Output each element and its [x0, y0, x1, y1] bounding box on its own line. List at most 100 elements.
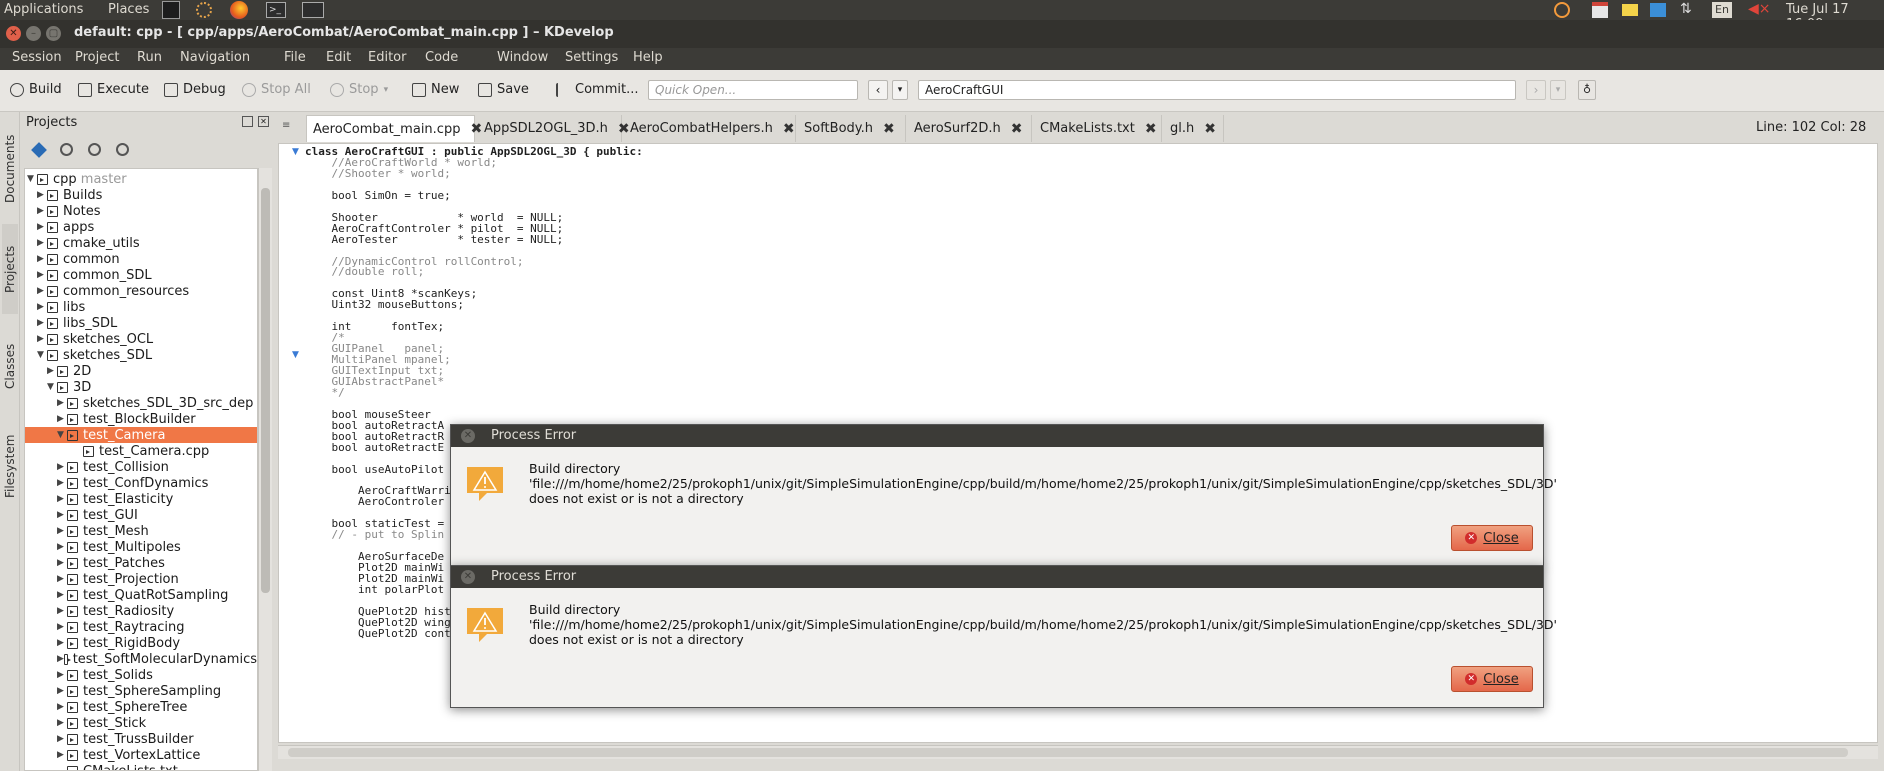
tree-item[interactable]: ▼ 3D	[25, 379, 257, 395]
settings-icon[interactable]	[88, 143, 101, 156]
tree-item[interactable]: ▶ test_Patches	[25, 555, 257, 571]
project-filter-icon[interactable]	[31, 142, 47, 158]
tree-item[interactable]: ▶ libs_SDL	[25, 315, 257, 331]
tree-item[interactable]: ▶ test_SoftMolecularDynamics	[25, 651, 257, 667]
build-button[interactable]: Build	[10, 82, 62, 97]
lightbulb-icon[interactable]: ♁	[1578, 80, 1596, 100]
tab-aerocombathelpers[interactable]: AeroCombatHelpers.h ✖	[624, 115, 796, 142]
tree-item[interactable]: ▶ Notes	[25, 203, 257, 219]
menu-help[interactable]: Help	[633, 50, 663, 65]
dropbox-icon[interactable]	[1650, 3, 1666, 17]
terminal-launcher-icon[interactable]: >_	[266, 2, 286, 18]
commit-button[interactable]: Commit...	[556, 82, 638, 97]
menu-code[interactable]: Code	[425, 50, 458, 65]
chevron-down-icon[interactable]: ▾	[1550, 80, 1566, 100]
close-icon[interactable]: ✖	[783, 121, 795, 137]
tree-item[interactable]: ▶ sketches_SDL_3D_src_dep	[25, 395, 257, 411]
close-icon[interactable]: ✖	[1145, 121, 1157, 137]
tree-item[interactable]: ▶ common_resources	[25, 283, 257, 299]
tree-item[interactable]: ▶ test_BlockBuilder	[25, 411, 257, 427]
float-panel-icon[interactable]	[242, 116, 253, 127]
close-icon[interactable]: ✖	[1011, 121, 1023, 137]
save-button[interactable]: Save	[478, 82, 529, 97]
tree-item[interactable]: ▶ test_TrussBuilder	[25, 731, 257, 747]
keyboard-layout-indicator[interactable]: En	[1712, 2, 1732, 18]
tree-item[interactable]: ▶ test_Multipoles	[25, 539, 257, 555]
quick-open-input[interactable]: Quick Open...	[648, 80, 858, 100]
menu-settings[interactable]: Settings	[565, 50, 618, 65]
tree-item[interactable]: ▶ Builds	[25, 187, 257, 203]
tab-cmakelists[interactable]: CMakeLists.txt ✖	[1034, 115, 1162, 142]
tree-item[interactable]: ▶ test_Stick	[25, 715, 257, 731]
minimize-window-icon[interactable]: –	[26, 26, 41, 41]
tree-item[interactable]: ▶ libs	[25, 299, 257, 315]
tree-item[interactable]: ▶ test_SphereSampling	[25, 683, 257, 699]
menu-window[interactable]: Window	[497, 50, 548, 65]
tree-item[interactable]: ▼ sketches_SDL	[25, 347, 257, 363]
menu-file[interactable]: File	[284, 50, 306, 65]
tree-root-cpp[interactable]: ▼ cpp master	[27, 171, 127, 187]
tree-item[interactable]: ▶ test_VortexLattice	[25, 747, 257, 763]
tree-item[interactable]: ▶ test_GUI	[25, 507, 257, 523]
sync-icon[interactable]	[60, 143, 73, 156]
tree-item[interactable]: ▶ test_QuatRotSampling	[25, 587, 257, 603]
menu-editor[interactable]: Editor	[368, 50, 406, 65]
network-icon[interactable]: ⇅	[1680, 1, 1692, 17]
system-monitor-icon[interactable]	[302, 2, 324, 18]
applications-menu[interactable]: Applications	[4, 2, 83, 17]
fold-marker-icon[interactable]: ▼	[292, 147, 299, 157]
menu-navigation[interactable]: Navigation	[180, 50, 250, 65]
stop-button[interactable]: Stop ▾	[330, 82, 388, 97]
pycharm-launcher-icon[interactable]	[162, 1, 180, 19]
search-icon[interactable]	[1554, 2, 1570, 18]
close-icon[interactable]: ✖	[883, 121, 895, 137]
tree-item[interactable]: ▶ test_Solids	[25, 667, 257, 683]
menu-project[interactable]: Project	[75, 50, 119, 65]
tree-item[interactable]: ▶ common_SDL	[25, 267, 257, 283]
tree-item[interactable]: ▶ test_Raytracing	[25, 619, 257, 635]
tree-item[interactable]: ▶ common	[25, 251, 257, 267]
tree-item[interactable]: ▶ apps	[25, 219, 257, 235]
tree-item[interactable]: ▶ test_SphereTree	[25, 699, 257, 715]
menu-edit[interactable]: Edit	[326, 50, 351, 65]
kdevelop-launcher-icon[interactable]	[196, 2, 212, 18]
close-button[interactable]: ✕ Close	[1451, 525, 1533, 551]
close-icon[interactable]: ✕	[461, 570, 475, 584]
menu-run[interactable]: Run	[137, 50, 162, 65]
close-icon[interactable]: ✖	[1204, 121, 1216, 137]
editor-horizontal-scrollbar[interactable]	[278, 745, 1878, 759]
nav-back-icon[interactable]: ‹	[868, 80, 888, 100]
tree-item[interactable]: ▶ test_ConfDynamics	[25, 475, 257, 491]
tree-item[interactable]: ▶ cmake_utils	[25, 235, 257, 251]
configure-icon[interactable]	[116, 143, 129, 156]
tree-item[interactable]: ▶ test_Collision	[25, 459, 257, 475]
maximize-window-icon[interactable]: ▢	[46, 26, 61, 41]
stop-all-button[interactable]: Stop All	[242, 82, 311, 97]
tree-item[interactable]: ▶ test_Projection	[25, 571, 257, 587]
nav-forward-icon[interactable]: ›	[1526, 80, 1546, 100]
side-tab-projects[interactable]: Projects	[2, 224, 18, 314]
close-icon[interactable]: ✕	[461, 429, 475, 443]
tree-scrollbar-thumb[interactable]	[261, 188, 270, 593]
tree-item[interactable]: ▶ test_Radiosity	[25, 603, 257, 619]
tree-item[interactable]: ▶ test_Mesh	[25, 523, 257, 539]
fold-marker-icon[interactable]: ▼	[292, 350, 299, 360]
chevron-down-icon[interactable]: ▾	[892, 80, 908, 100]
context-browser-input[interactable]: AeroCraftGUI	[918, 80, 1516, 100]
folder-icon[interactable]	[1622, 4, 1638, 16]
tree-item[interactable]: ▶ 2D	[25, 363, 257, 379]
tree-item[interactable]: ▶ sketches_OCL	[25, 331, 257, 347]
tab-list-icon[interactable]: ≡	[282, 120, 290, 131]
tab-aerocombat-main[interactable]: AeroCombat_main.cpp ✖	[306, 115, 482, 142]
new-button[interactable]: New	[412, 82, 459, 97]
tree-item[interactable]: CMakeLists.txt	[25, 763, 257, 770]
tree-scrollbar[interactable]	[258, 168, 272, 771]
places-menu[interactable]: Places	[108, 2, 149, 17]
tab-aerosurf2d[interactable]: AeroSurf2D.h ✖	[908, 115, 1032, 142]
firefox-launcher-icon[interactable]	[230, 1, 248, 19]
side-tab-documents[interactable]: Documents	[2, 124, 18, 214]
tree-item[interactable]: ▶ test_RigidBody	[25, 635, 257, 651]
horizontal-scrollbar-thumb[interactable]	[288, 748, 1848, 757]
tree-item[interactable]: ▼ test_Camera	[25, 427, 257, 443]
menu-session[interactable]: Session	[12, 50, 62, 65]
